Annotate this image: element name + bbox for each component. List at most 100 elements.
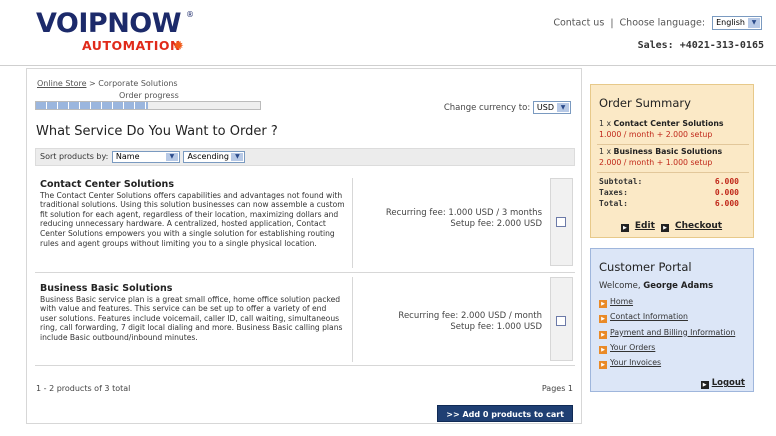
portal-link-item: ▶ Payment and Billing Information (599, 328, 735, 343)
logout-link[interactable]: Logout (712, 378, 745, 388)
select-column (550, 277, 573, 361)
portal-link-your-invoices[interactable]: Your Invoices (610, 358, 661, 367)
product-fees: Recurring fee: 2.000 USD / month Setup f… (398, 311, 542, 333)
portal-link-home[interactable]: Home (610, 297, 633, 306)
currency-select-value: USD (536, 103, 554, 112)
language-select[interactable]: English (712, 16, 762, 30)
top-links: Contact us | Choose language: English (553, 16, 762, 30)
logo-subtitle: AUTOMATION (82, 38, 182, 53)
breadcrumb: Online Store > Corporate Solutions (37, 79, 178, 88)
top-separator: | (610, 17, 614, 29)
square-arrow-icon: ▶ (599, 361, 607, 370)
breadcrumb-separator: > (89, 79, 96, 88)
summary-item-qty: 1 x (599, 147, 612, 156)
product-description-block: Contact Center Solutions The Contact Cen… (40, 180, 345, 248)
product-row: Business Basic Solutions Business Basic … (35, 273, 575, 366)
summary-item: 1 x Business Basic Solutions 2.000 / mon… (599, 147, 751, 168)
summary-item-price: 1.000 / month + 2.000 setup (599, 129, 713, 139)
logo-registered-mark: ® (186, 10, 194, 19)
product-title: Business Basic Solutions (40, 283, 173, 294)
sales-phone: Sales: +4021-313-0165 (637, 40, 764, 51)
square-arrow-icon: ▶ (599, 300, 607, 308)
subtotal-value: 6.000 (714, 177, 739, 186)
order-progress-fill (36, 102, 148, 109)
recurring-fee: Recurring fee: 1.000 USD / 3 months (385, 208, 542, 218)
sort-order-value: Ascending (187, 151, 229, 161)
square-arrow-icon: ▶ (700, 381, 709, 389)
summary-totals: Subtotal: 6.000 Taxes: 0.000 Total: 6.000 (599, 176, 739, 209)
language-label: Choose language: (619, 17, 706, 29)
column-divider (352, 178, 353, 268)
customer-portal-panel: Customer Portal Welcome, George Adams ▶ H… (590, 248, 754, 392)
page-title: What Service Do You Want to Order ? (36, 124, 278, 139)
portal-link-contact-information[interactable]: Contact Information (610, 312, 688, 321)
portal-link-your-orders[interactable]: Your Orders (610, 343, 655, 352)
portal-link-payment-billing[interactable]: Payment and Billing Information (610, 328, 735, 337)
sort-field-select[interactable]: Name (111, 150, 180, 163)
square-arrow-icon: ▶ (599, 345, 607, 354)
setup-fee: Setup fee: 2.000 USD (450, 219, 542, 229)
portal-link-item: ▶ Your Orders (599, 343, 735, 358)
product-checkbox[interactable] (556, 217, 566, 227)
welcome-message: Welcome, George Adams (599, 281, 713, 291)
breadcrumb-online-store[interactable]: Online Store (37, 79, 87, 88)
setup-fee: Setup fee: 1.000 USD (450, 322, 542, 332)
total-value: 6.000 (714, 199, 739, 208)
user-name: George Adams (643, 281, 714, 291)
main-panel: Online Store > Corporate Solutions Order… (26, 68, 582, 424)
welcome-prefix: Welcome, (599, 281, 641, 291)
product-row: Contact Center Solutions The Contact Cen… (35, 174, 575, 273)
subtotal-label: Subtotal: (599, 177, 643, 186)
summary-item-name: Contact Center Solutions (613, 119, 724, 128)
square-arrow-icon: ▶ (599, 315, 607, 324)
summary-divider (597, 172, 749, 173)
language-select-value: English (716, 18, 745, 27)
progress-label: Order progress (119, 91, 179, 100)
summary-item-price: 2.000 / month + 1.000 setup (599, 157, 713, 167)
logo-wordmark: VOIPNOW (36, 8, 182, 39)
sort-bar: Sort products by: Name Ascending (35, 148, 575, 166)
add-to-cart-button[interactable]: >> Add 0 products to cart (437, 405, 573, 422)
currency-select[interactable]: USD (532, 101, 571, 114)
summary-actions: ▶ Edit ▶ Checkout (591, 221, 755, 232)
order-progress-bar (35, 101, 261, 110)
product-fees: Recurring fee: 1.000 USD / 3 months Setu… (386, 208, 542, 230)
logout-area: ▶ Logout (700, 378, 745, 389)
product-count: 1 - 2 products of 3 total (36, 384, 131, 393)
portal-link-item: ▶ Your Invoices (599, 358, 735, 373)
square-arrow-icon: ▶ (620, 224, 629, 232)
contact-us-link[interactable]: Contact us (553, 18, 604, 29)
header-bar: VOIPNOW ® AUTOMATION ✹ Contact us | Choo… (0, 0, 776, 66)
select-column (550, 178, 573, 266)
pagination[interactable]: Pages 1 (542, 384, 573, 393)
summary-item-qty: 1 x (599, 119, 612, 128)
sunburst-icon: ✹ (173, 39, 184, 54)
checkout-link[interactable]: Checkout (675, 221, 722, 231)
portal-link-item: ▶ Contact Information (599, 312, 735, 327)
order-summary-panel: Order Summary 1 x Contact Center Solutio… (590, 84, 754, 238)
customer-portal-title: Customer Portal (599, 260, 692, 274)
sort-field-value: Name (115, 151, 140, 161)
voipnow-logo[interactable]: VOIPNOW ® AUTOMATION ✹ (36, 8, 194, 58)
total-label: Total: (599, 199, 628, 208)
order-summary-title: Order Summary (599, 96, 691, 110)
product-checkbox[interactable] (556, 316, 566, 326)
product-title: Contact Center Solutions (40, 179, 174, 190)
summary-item-name: Business Basic Solutions (613, 147, 723, 156)
column-divider (352, 277, 353, 362)
square-arrow-icon: ▶ (661, 224, 670, 232)
currency-label: Change currency to: (443, 103, 531, 113)
sort-label: Sort products by: (40, 152, 109, 161)
product-description: The Contact Center Solutions offers capa… (40, 190, 345, 248)
edit-order-link[interactable]: Edit (635, 221, 655, 231)
currency-selector: Change currency to: USD (444, 101, 571, 114)
product-description-block: Business Basic Solutions Business Basic … (40, 284, 345, 343)
summary-divider (597, 144, 749, 145)
portal-link-item: ▶ Home (599, 297, 735, 312)
breadcrumb-current: Corporate Solutions (98, 79, 178, 88)
portal-links: ▶ Home ▶ Contact Information ▶ Payment and … (599, 297, 735, 373)
taxes-value: 0.000 (714, 188, 739, 197)
sort-order-select[interactable]: Ascending (183, 150, 246, 163)
product-description: Business Basic service plan is a great s… (40, 294, 343, 342)
recurring-fee: Recurring fee: 2.000 USD / month (398, 311, 542, 321)
